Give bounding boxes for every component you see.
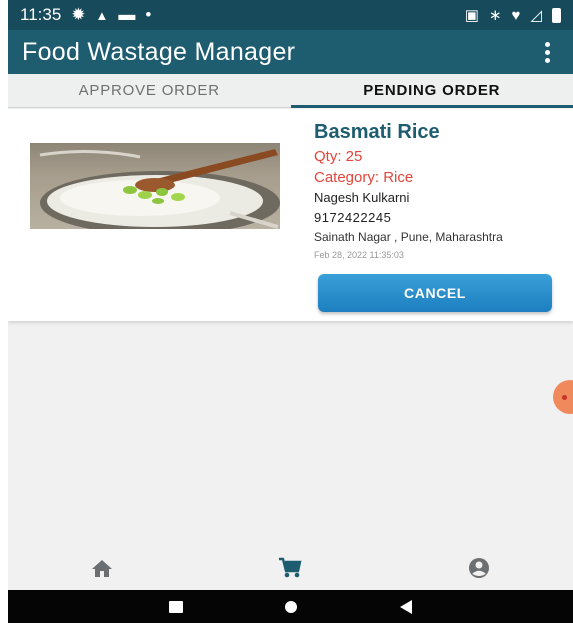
bottom-navigation (8, 548, 573, 588)
status-time: 11:35 (20, 5, 62, 24)
donor-name: Nagesh Kulkarni (314, 190, 410, 205)
video-icon: ▬ (118, 5, 136, 24)
food-image (30, 143, 280, 229)
more-vert-icon[interactable] (533, 36, 561, 68)
donor-address: Sainath Nagar , Pune, Maharashtra (314, 230, 503, 244)
phone-screen: 11:35 ✹ ▲ ▬ • ▣ ∗ ♥ ◿ Food Wastage Manag… (8, 0, 573, 623)
order-category: Category: Rice (314, 169, 414, 186)
back-icon[interactable] (399, 599, 412, 614)
status-left: 11:35 ✹ ▲ ▬ • (20, 5, 151, 25)
nav-home[interactable] (8, 558, 196, 578)
battery-icon (552, 7, 561, 23)
warning-icon: ▲ (95, 7, 109, 23)
tab-label: PENDING ORDER (363, 82, 501, 99)
order-card: Basmati Rice Qty: 25 Category: Rice Nage… (8, 109, 573, 321)
tab-pending-order[interactable]: PENDING ORDER (290, 74, 573, 108)
cancel-button[interactable]: CANCEL (318, 274, 552, 312)
fab-icon (562, 394, 567, 400)
donor-phone: 9172422245 (314, 210, 392, 225)
tab-indicator (290, 105, 573, 108)
floating-action-button[interactable] (553, 380, 573, 414)
home-button-icon[interactable] (285, 600, 298, 613)
tab-approve-order[interactable]: APPROVE ORDER (8, 74, 291, 107)
recents-icon[interactable] (169, 600, 184, 613)
tab-bar: APPROVE ORDER PENDING ORDER (8, 74, 573, 108)
order-timestamp: Feb 28, 2022 11:35:03 (314, 250, 404, 260)
nav-account[interactable] (385, 557, 573, 579)
system-navigation-bar (8, 590, 573, 623)
home-icon (92, 560, 113, 577)
signal-icon: ◿ (530, 7, 542, 24)
dot-icon: • (145, 5, 152, 24)
account-icon (468, 558, 489, 578)
order-info: Basmati Rice Qty: 25 Category: Rice Nage… (314, 121, 564, 312)
nav-cart[interactable] (196, 557, 384, 579)
wifi-icon: ♥ (511, 6, 521, 24)
status-bar: 11:35 ✹ ▲ ▬ • ▣ ∗ ♥ ◿ (8, 0, 573, 30)
order-qty: Qty: 25 (314, 148, 363, 165)
status-right: ▣ ∗ ♥ ◿ (465, 6, 561, 24)
food-name: Basmati Rice (314, 121, 440, 143)
bluetooth-icon: ∗ (488, 7, 502, 24)
nfc-icon: ▣ (464, 7, 479, 24)
tab-label: APPROVE ORDER (78, 82, 220, 99)
settings-icon: ✹ (71, 5, 86, 24)
app-bar: Food Wastage Manager (8, 30, 573, 74)
app-title: Food Wastage Manager (22, 37, 296, 66)
cart-icon (279, 557, 302, 578)
